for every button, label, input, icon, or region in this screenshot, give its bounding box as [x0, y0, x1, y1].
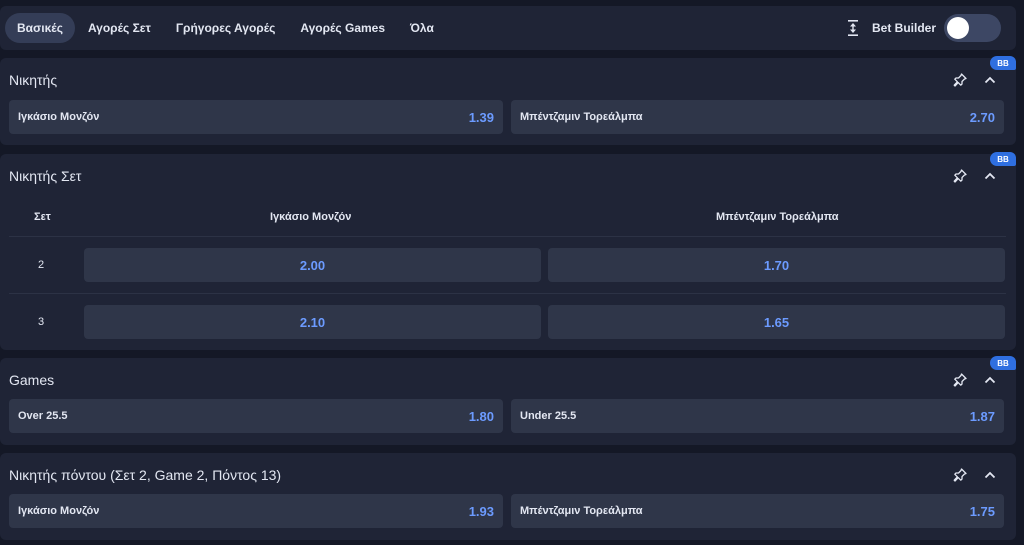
- set-number: 2: [38, 259, 45, 271]
- tab-basic[interactable]: Βασικές: [5, 13, 75, 43]
- outcome-odds: 1.65: [763, 314, 790, 330]
- market-winner: BB Νικητής Ιγκάσιο Μονζόν 1.39 Μπέντζαμι…: [0, 56, 1016, 145]
- column-player2: Μπέντζαμιν Τορεάλμπα: [716, 211, 839, 223]
- outcome-name: Under 25.5: [520, 410, 577, 422]
- market-title: Νικητής πόντου (Σετ 2, Game 2, Πόντος 13…: [9, 467, 282, 483]
- market-tabs-bar: Βασικές Αγορές Σετ Γρήγορες Αγορές Αγορέ…: [0, 6, 1016, 50]
- outcome-button[interactable]: 2.00: [84, 248, 541, 282]
- tab-all[interactable]: Όλα: [398, 13, 446, 43]
- outcome-name: Ιγκάσιο Μονζόν: [18, 505, 100, 517]
- outcome-odds: 1.75: [969, 503, 995, 519]
- row-divider: [9, 293, 1006, 294]
- market-games: BB Games Over 25.5 1.80 Under 25.5 1.87: [0, 356, 1016, 445]
- outcome-odds: 1.70: [763, 257, 790, 273]
- pin-icon[interactable]: [952, 72, 968, 88]
- market-header[interactable]: Νικητής: [0, 58, 1016, 102]
- expand-vertical-icon: [846, 19, 860, 37]
- outcome-odds: 1.80: [468, 408, 494, 424]
- market-point-winner: Νικητής πόντου (Σετ 2, Game 2, Πόντος 13…: [0, 453, 1016, 540]
- tab-set-markets[interactable]: Αγορές Σετ: [76, 13, 163, 43]
- bet-builder-toggle[interactable]: [944, 14, 1001, 42]
- chevron-up-icon[interactable]: [982, 467, 998, 483]
- toggle-knob: [947, 17, 969, 39]
- outcome-name: Over 25.5: [18, 410, 68, 422]
- bet-builder-control: Bet Builder: [846, 6, 1001, 50]
- outcome-button[interactable]: 2.10: [84, 305, 541, 339]
- outcomes-row: Ιγκάσιο Μονζόν 1.93 Μπέντζαμιν Τορεάλμπα…: [9, 494, 1004, 528]
- outcome-button[interactable]: Over 25.5 1.80: [9, 399, 503, 433]
- outcomes-row: Ιγκάσιο Μονζόν 1.39 Μπέντζαμιν Τορεάλμπα…: [9, 100, 1004, 134]
- chevron-up-icon[interactable]: [982, 168, 998, 184]
- outcome-name: Μπέντζαμιν Τορεάλμπα: [520, 505, 643, 517]
- pin-icon[interactable]: [952, 168, 968, 184]
- market-title: Νικητής: [9, 72, 58, 88]
- outcome-button[interactable]: Ιγκάσιο Μονζόν 1.39: [9, 100, 503, 134]
- set-table-header: Σετ Ιγκάσιο Μονζόν Μπέντζαμιν Τορεάλμπα: [9, 200, 1004, 236]
- outcome-odds: 2.10: [299, 314, 326, 330]
- row-divider: [9, 236, 1006, 237]
- tab-quick-markets[interactable]: Γρήγορες Αγορές: [164, 13, 288, 43]
- tab-games-markets[interactable]: Αγορές Games: [288, 13, 397, 43]
- outcome-odds: 1.93: [468, 503, 494, 519]
- outcome-odds: 1.39: [468, 109, 494, 125]
- outcome-odds: 2.00: [299, 257, 326, 273]
- set-number: 3: [38, 316, 45, 328]
- outcomes-row: Over 25.5 1.80 Under 25.5 1.87: [9, 399, 1004, 433]
- pin-icon[interactable]: [952, 372, 968, 388]
- bet-builder-label: Bet Builder: [871, 21, 936, 35]
- market-title: Games: [9, 372, 55, 388]
- outcome-odds: 2.70: [969, 109, 995, 125]
- chevron-up-icon[interactable]: [982, 372, 998, 388]
- pin-icon[interactable]: [952, 467, 968, 483]
- outcome-button[interactable]: Ιγκάσιο Μονζόν 1.93: [9, 494, 503, 528]
- market-header[interactable]: Νικητής Σετ: [0, 154, 1016, 198]
- market-header[interactable]: Games: [0, 358, 1016, 402]
- outcome-button[interactable]: 1.65: [548, 305, 1005, 339]
- outcome-button[interactable]: Μπέντζαμιν Τορεάλμπα 2.70: [511, 100, 1004, 134]
- outcome-button[interactable]: 1.70: [548, 248, 1005, 282]
- market-title: Νικητής Σετ: [9, 168, 82, 184]
- outcome-button[interactable]: Under 25.5 1.87: [511, 399, 1004, 433]
- chevron-up-icon[interactable]: [982, 72, 998, 88]
- outcome-name: Μπέντζαμιν Τορεάλμπα: [520, 111, 643, 123]
- column-player1: Ιγκάσιο Μονζόν: [270, 211, 352, 223]
- column-set: Σετ: [34, 211, 51, 223]
- outcome-name: Ιγκάσιο Μονζόν: [18, 111, 100, 123]
- outcome-odds: 1.87: [969, 408, 995, 424]
- outcome-button[interactable]: Μπέντζαμιν Τορεάλμπα 1.75: [511, 494, 1004, 528]
- market-header[interactable]: Νικητής πόντου (Σετ 2, Game 2, Πόντος 13…: [0, 453, 1016, 497]
